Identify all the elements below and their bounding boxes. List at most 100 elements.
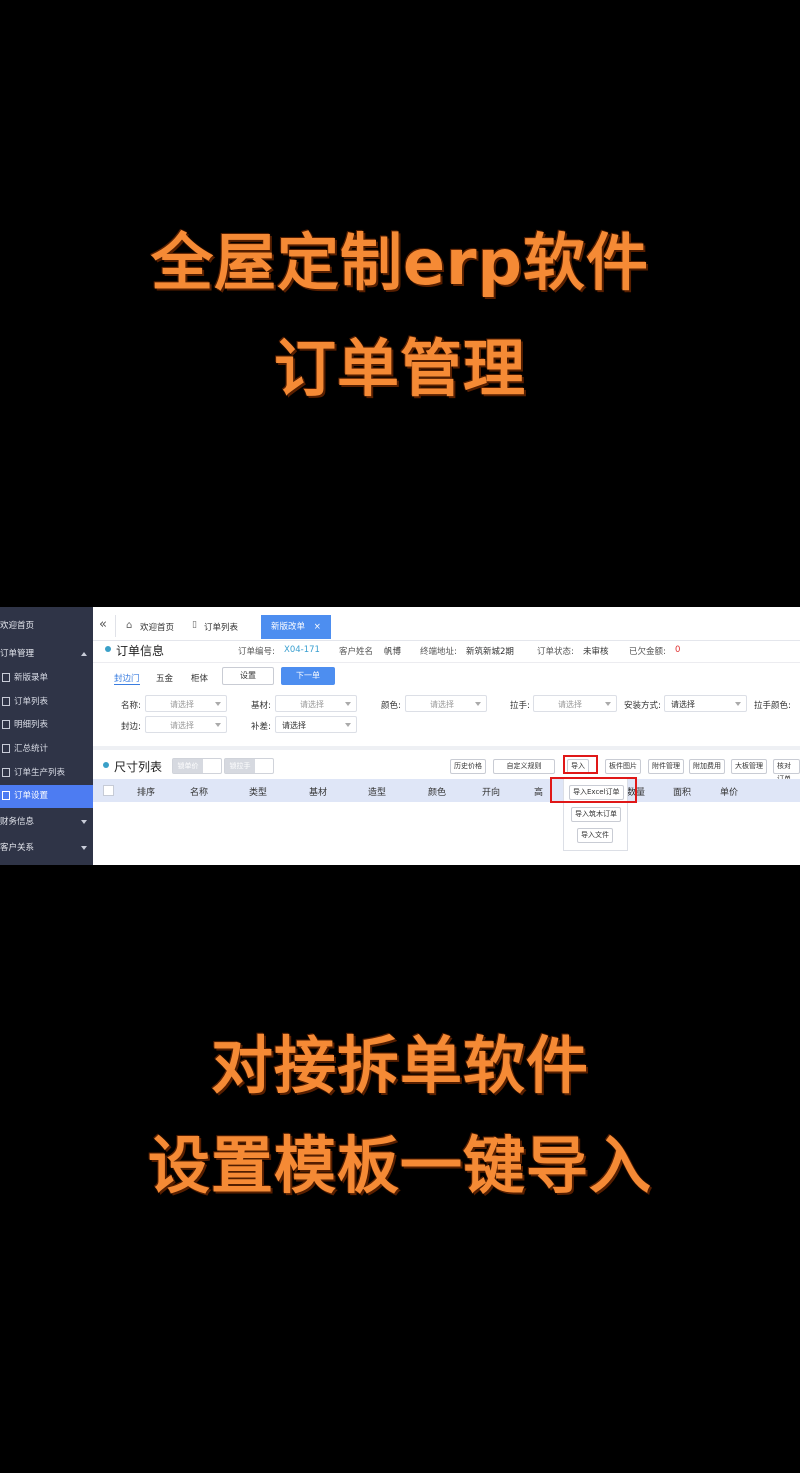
sidebar-item-new-order[interactable]: 新版录单: [0, 667, 93, 690]
column-header[interactable]: 基材: [309, 785, 327, 798]
order-no-value: X04-171: [284, 645, 320, 655]
order-no-label: 订单编号:: [238, 647, 275, 657]
sidebar-item-label: 明细列表: [14, 720, 49, 730]
chevron-down-icon: [81, 820, 87, 824]
edge-select[interactable]: 请选择: [145, 716, 227, 733]
document-icon: ▯: [192, 620, 197, 630]
tab-home[interactable]: 欢迎首页: [140, 621, 174, 633]
settings-button[interactable]: 设置: [222, 667, 274, 685]
sidebar-item-order-settings[interactable]: 订单设置: [0, 785, 93, 808]
subtab-edge-door[interactable]: 封边门: [114, 672, 140, 684]
sidebar-item-production-list[interactable]: 订单生产列表: [0, 762, 93, 785]
select-all-checkbox[interactable]: [103, 785, 114, 796]
order-info-title: 订单信息: [116, 644, 165, 658]
close-icon[interactable]: ×: [314, 622, 321, 632]
check-order-button[interactable]: 核对订单: [773, 759, 800, 783]
tab-new-edit-order[interactable]: 新版改单 ×: [261, 615, 331, 639]
tab-order-list[interactable]: 订单列表: [204, 621, 238, 633]
import-file[interactable]: 导入文件: [577, 828, 613, 843]
main-content: « ⌂ 欢迎首页 ▯ 订单列表 新版改单 × 订单信息 订单编号: X04-17…: [93, 607, 800, 865]
extra-fee-button[interactable]: 附加费用: [689, 759, 725, 774]
switch-label: 锁拉手: [225, 759, 255, 773]
sidebar-item-summary[interactable]: 汇总统计: [0, 738, 93, 761]
column-header[interactable]: 单价: [720, 785, 738, 798]
column-header[interactable]: 颜色: [428, 785, 446, 798]
panel-image-button[interactable]: 板件图片: [605, 759, 641, 774]
column-header[interactable]: 高: [534, 785, 543, 798]
sidebar-item-detail-list[interactable]: 明细列表: [0, 714, 93, 737]
material-select[interactable]: 请选择: [275, 695, 357, 712]
board-manage-button[interactable]: 大板管理: [731, 759, 767, 774]
tabbar-divider: [93, 640, 800, 641]
tab-divider: [115, 615, 116, 637]
section-dot-icon: [103, 762, 109, 768]
customer-value: 帆博: [384, 647, 402, 657]
custom-rule-button[interactable]: 自定义规则: [493, 759, 555, 774]
material-label: 基材:: [251, 701, 271, 711]
history-price-button[interactable]: 历史价格: [450, 759, 486, 774]
collapse-icon[interactable]: «: [99, 617, 107, 632]
column-header[interactable]: 名称: [190, 785, 208, 798]
chevron-down-icon: [215, 702, 221, 706]
status-value: 未审核: [583, 647, 609, 657]
sidebar-group-order[interactable]: 订单管理: [0, 643, 93, 666]
section-separator: [93, 746, 800, 750]
tab-label: 新版改单: [271, 622, 306, 632]
select-placeholder: 请选择: [282, 721, 306, 730]
chevron-down-icon: [215, 723, 221, 727]
subtab-hardware[interactable]: 五金: [156, 672, 173, 684]
address-label: 终端地址:: [420, 647, 457, 657]
document-icon: [2, 768, 10, 777]
lock-handle-switch[interactable]: 锁拉手: [224, 758, 274, 774]
patch-select[interactable]: 请选择: [275, 716, 357, 733]
next-order-button[interactable]: 下一单: [281, 667, 335, 685]
highlight-import-excel: [550, 777, 637, 803]
caption-line3: 对接拆单软件: [210, 1029, 589, 1102]
color-select[interactable]: 请选择: [405, 695, 487, 712]
status-label: 订单状态:: [537, 647, 574, 657]
sidebar: 欢迎首页 订单管理 新版录单 订单列表 明细列表 汇总统计 订单生产列表 订单设…: [0, 607, 93, 865]
sidebar-item-home[interactable]: 欢迎首页: [0, 615, 93, 638]
select-placeholder: 请选择: [170, 700, 194, 709]
subtab-cabinet[interactable]: 柜体: [191, 672, 208, 684]
column-header[interactable]: 类型: [249, 785, 267, 798]
sidebar-item-label: 欢迎首页: [0, 621, 35, 631]
sidebar-item-label: 汇总统计: [14, 744, 49, 754]
erp-window: 欢迎首页 订单管理 新版录单 订单列表 明细列表 汇总统计 订单生产列表 订单设…: [0, 607, 800, 865]
name-select[interactable]: 请选择: [145, 695, 227, 712]
handle-select[interactable]: 请选择: [533, 695, 617, 712]
column-header[interactable]: 面积: [673, 785, 691, 798]
chevron-down-icon: [605, 702, 611, 706]
chevron-down-icon: [475, 702, 481, 706]
owed-value: 0: [675, 645, 681, 655]
document-icon: [2, 673, 10, 682]
column-header[interactable]: 排序: [137, 785, 155, 798]
size-list-title: 尺寸列表: [114, 760, 163, 774]
import-zhumu-order[interactable]: 导入筑木订单: [571, 807, 621, 822]
home-icon: ⌂: [126, 620, 133, 631]
document-icon: [2, 791, 10, 800]
switch-label: 锁单价: [173, 759, 203, 773]
select-placeholder: 请选择: [430, 700, 454, 709]
chevron-down-icon: [345, 702, 351, 706]
column-header[interactable]: 造型: [368, 785, 386, 798]
sidebar-item-label: 客户关系: [0, 843, 35, 853]
sidebar-group-finance[interactable]: 财务信息: [0, 811, 93, 834]
sidebar-item-order-list[interactable]: 订单列表: [0, 691, 93, 714]
caption-line4: 设置模板一键导入: [147, 1129, 652, 1202]
chevron-up-icon: [81, 652, 87, 656]
column-header[interactable]: 开向: [482, 785, 500, 798]
patch-label: 补差:: [251, 722, 271, 732]
caption-subtitle: 订单管理: [273, 332, 526, 405]
caption-title: 全屋定制erp软件: [150, 226, 649, 299]
address-value: 新筑新城2期: [466, 647, 514, 657]
attachment-button[interactable]: 附件管理: [648, 759, 684, 774]
select-placeholder: 请选择: [300, 700, 324, 709]
lock-price-switch[interactable]: 锁单价: [172, 758, 222, 774]
install-label: 安装方式:: [624, 701, 661, 711]
section-dot-icon: [105, 646, 111, 652]
document-icon: [2, 744, 10, 753]
handle-label: 拉手:: [510, 701, 530, 711]
sidebar-group-customer[interactable]: 客户关系: [0, 837, 93, 860]
install-select[interactable]: 请选择: [664, 695, 747, 712]
